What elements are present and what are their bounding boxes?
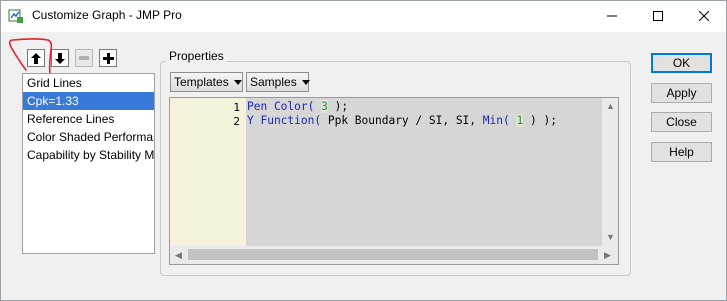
list-item[interactable]: Color Shaded Performan [23, 128, 154, 146]
maximize-icon [653, 11, 663, 21]
line-number: 2 [233, 115, 240, 128]
list-item-selected[interactable]: Cpk=1.33 [23, 92, 154, 110]
code-text: ); [334, 100, 349, 113]
code-function: Y Function( [247, 114, 322, 127]
line-number-gutter: 1 2 [170, 98, 246, 264]
graph-items-list[interactable]: Grid Lines Cpk=1.33 Reference Lines Colo… [22, 73, 155, 254]
help-button[interactable]: Help [651, 142, 712, 162]
scroll-thumb[interactable] [188, 249, 598, 260]
code-text: ) ); [529, 114, 557, 127]
remove-button[interactable] [75, 49, 93, 67]
line-number: 1 [233, 101, 240, 114]
templates-dropdown[interactable]: Templates [170, 72, 243, 92]
list-item[interactable]: Grid Lines [23, 74, 154, 92]
move-down-button[interactable] [51, 49, 69, 67]
arrow-up-icon [31, 52, 41, 64]
templates-label: Templates [174, 75, 229, 89]
move-up-button[interactable] [27, 49, 45, 67]
plus-icon [102, 52, 114, 64]
maximize-button[interactable] [635, 1, 681, 31]
list-item[interactable]: Capability by Stability M [23, 146, 154, 164]
chevron-down-icon [233, 79, 242, 85]
close-button[interactable]: Close [651, 112, 712, 132]
code-line-1[interactable]: Pen Color( 3 ); [247, 100, 348, 113]
properties-label: Properties [166, 49, 227, 63]
code-text: Ppk Boundary / SI, SI, [327, 114, 477, 127]
close-icon [699, 11, 709, 21]
vertical-scrollbar[interactable]: ▲ ▼ [602, 98, 618, 246]
close-window-button[interactable] [681, 1, 727, 31]
minimize-icon [607, 15, 617, 17]
code-number: 3 [321, 100, 328, 113]
minimize-button[interactable] [589, 1, 635, 31]
scroll-up-icon[interactable]: ▲ [606, 101, 615, 111]
list-item[interactable]: Reference Lines [23, 110, 154, 128]
arrow-down-icon [55, 52, 65, 64]
samples-dropdown[interactable]: Samples [246, 72, 310, 92]
code-function: Pen Color( [247, 100, 315, 113]
scroll-left-icon[interactable]: ◀ [175, 250, 182, 260]
window-title: Customize Graph - JMP Pro [32, 8, 182, 22]
minus-icon [79, 56, 89, 60]
code-number: 1 [516, 114, 524, 127]
add-button[interactable] [99, 49, 117, 67]
apply-button[interactable]: Apply [651, 83, 712, 103]
scroll-right-icon[interactable]: ▶ [604, 250, 611, 260]
jmp-graph-icon [8, 8, 24, 24]
chevron-down-icon [301, 79, 310, 85]
scroll-down-icon[interactable]: ▼ [606, 232, 615, 242]
samples-label: Samples [250, 75, 297, 89]
horizontal-scrollbar[interactable]: ◀ ▶ [170, 246, 618, 264]
code-line-2[interactable]: Y Function( Ppk Boundary / SI, SI, Min( … [247, 114, 557, 127]
ok-button[interactable]: OK [651, 53, 712, 73]
code-function: Min( [482, 114, 510, 127]
script-editor[interactable]: 1 2 Pen Color( 3 ); Y Function( Ppk Boun… [169, 97, 619, 265]
